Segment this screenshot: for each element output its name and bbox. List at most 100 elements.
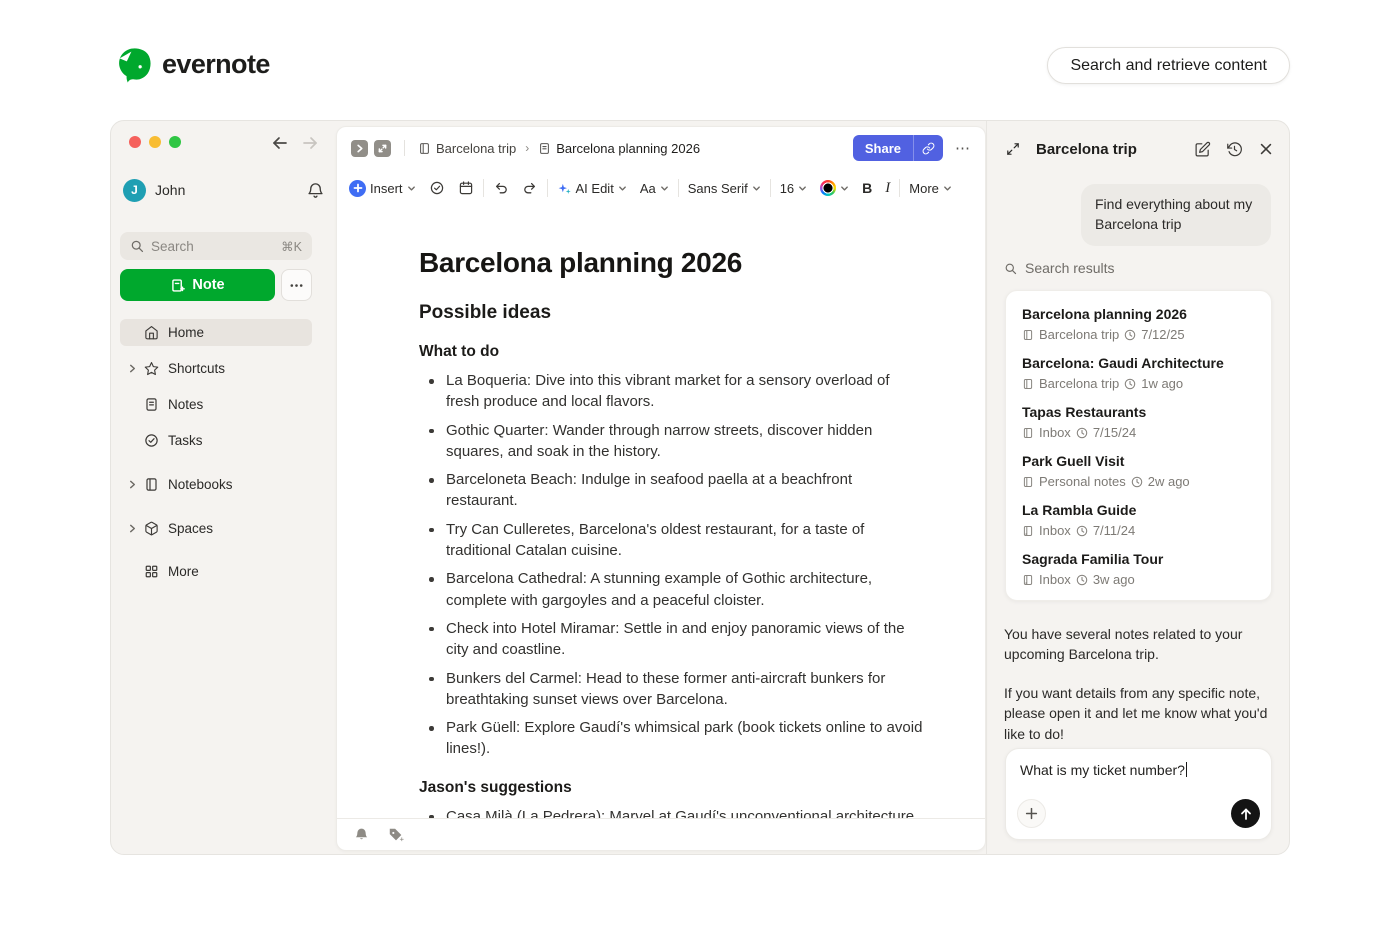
chevron-down-icon — [407, 184, 416, 193]
chat-input[interactable]: What is my ticket number? — [1005, 748, 1272, 840]
forward-arrow-icon[interactable] — [300, 133, 320, 153]
window-controls — [129, 136, 181, 148]
sidebar-item-label: Spaces — [168, 521, 213, 536]
attach-plus-button[interactable] — [1017, 799, 1046, 828]
sidebar-item-tasks[interactable]: Tasks — [120, 427, 312, 454]
notebook-icon — [1022, 427, 1034, 439]
italic-button[interactable]: I — [885, 180, 890, 197]
sidebar-item-spaces[interactable]: Spaces — [120, 515, 312, 542]
note-subheading: What to do — [419, 343, 927, 361]
zoom-window-button[interactable] — [169, 136, 181, 148]
collapse-sidebar-icon[interactable] — [351, 140, 368, 157]
note-more-options-icon[interactable]: ⋯ — [955, 139, 971, 157]
add-tag-icon[interactable] — [388, 827, 404, 843]
note-icon — [538, 142, 551, 155]
copy-link-icon[interactable] — [913, 135, 943, 161]
back-arrow-icon[interactable] — [270, 133, 290, 153]
list-item: Park Güell: Explore Gaudí's whimsical pa… — [419, 717, 927, 760]
sidebar-item-notebooks[interactable]: Notebooks — [120, 471, 312, 498]
sidebar-item-shortcuts[interactable]: Shortcuts — [120, 355, 312, 382]
result-item[interactable]: Sagrada Familia Tour Inbox 3w ago — [1022, 551, 1255, 587]
list-item: Check into Hotel Miramar: Settle in and … — [419, 618, 927, 661]
note-editor: Barcelona trip › Barcelona planning 2026… — [336, 126, 986, 851]
search-input[interactable]: Search ⌘K — [120, 232, 312, 260]
logo-wordmark: evernote — [162, 49, 270, 80]
sidebar-item-home[interactable]: Home — [120, 319, 312, 346]
chevron-right-icon[interactable] — [128, 480, 137, 489]
chevron-down-icon — [943, 184, 952, 193]
result-item[interactable]: Barcelona planning 2026 Barcelona trip 7… — [1022, 306, 1255, 342]
chevron-right-icon[interactable] — [128, 364, 137, 373]
share-label: Share — [853, 135, 913, 161]
avatar[interactable]: J — [123, 179, 146, 202]
redo-icon[interactable] — [522, 180, 538, 196]
clock-icon — [1076, 427, 1088, 439]
close-icon[interactable] — [1258, 141, 1274, 157]
note-plus-icon — [170, 278, 185, 293]
text-color-button[interactable] — [820, 180, 849, 196]
result-item[interactable]: Park Guell Visit Personal notes 2w ago — [1022, 453, 1255, 489]
chevron-right-icon[interactable] — [128, 524, 137, 533]
sidebar: J John Search ⌘K Note — [111, 121, 336, 854]
notifications-bell-icon[interactable] — [307, 182, 324, 199]
note-body[interactable]: Barcelona planning 2026 Possible ideas W… — [337, 207, 983, 818]
notebook-icon — [1022, 378, 1034, 390]
insert-button[interactable]: Insert — [349, 180, 416, 197]
result-item[interactable]: Tapas Restaurants Inbox 7/15/24 — [1022, 404, 1255, 440]
toolbar-more-button[interactable]: More — [909, 181, 952, 196]
history-icon[interactable] — [1226, 141, 1243, 158]
list-item: La Boqueria: Dive into this vibrant mark… — [419, 370, 927, 413]
search-results-card: Barcelona planning 2026 Barcelona trip 7… — [1005, 290, 1272, 601]
user-name: John — [155, 182, 185, 198]
expand-note-icon[interactable] — [374, 140, 391, 157]
breadcrumb-separator: › — [525, 141, 529, 155]
bullet-list: Casa Milà (La Pedrera): Marvel at Gaudí'… — [419, 806, 927, 818]
breadcrumb-notebook[interactable]: Barcelona trip — [436, 141, 516, 156]
list-item: Try Can Culleretes, Barcelona's oldest r… — [419, 519, 927, 562]
text-style-button[interactable]: Aa — [640, 181, 669, 196]
undo-icon[interactable] — [493, 180, 509, 196]
font-size-select[interactable]: 16 — [780, 181, 807, 196]
breadcrumb: Barcelona trip › Barcelona planning 2026 — [418, 141, 700, 156]
new-chat-icon[interactable] — [1194, 141, 1211, 158]
note-subheading: Jason's suggestions — [419, 779, 927, 797]
sidebar-item-more[interactable]: More — [120, 558, 312, 585]
new-note-button[interactable]: Note — [120, 269, 275, 301]
bold-button[interactable]: B — [862, 180, 872, 196]
list-item: Barcelona Cathedral: A stunning example … — [419, 568, 927, 611]
reminder-bell-icon[interactable] — [354, 827, 369, 842]
minimize-window-button[interactable] — [149, 136, 161, 148]
chevron-down-icon — [618, 184, 627, 193]
expand-panel-icon[interactable] — [1005, 141, 1021, 157]
list-item: Casa Milà (La Pedrera): Marvel at Gaudí'… — [419, 806, 927, 818]
share-button[interactable]: Share — [853, 135, 943, 161]
notebook-icon — [1022, 476, 1034, 488]
assistant-message: You have several notes related to your u… — [1004, 624, 1269, 665]
sidebar-item-label: More — [168, 564, 199, 579]
ai-edit-button[interactable]: AI Edit — [557, 181, 627, 196]
search-and-retrieve-button[interactable]: Search and retrieve content — [1047, 47, 1290, 84]
notebook-icon — [144, 477, 159, 492]
editor-toolbar: Insert — [337, 169, 985, 207]
result-item[interactable]: La Rambla Guide Inbox 7/11/24 — [1022, 502, 1255, 538]
note-add-icon — [1022, 574, 1034, 586]
calendar-icon[interactable] — [458, 180, 474, 196]
result-item[interactable]: Barcelona: Gaudi Architecture Barcelona … — [1022, 355, 1255, 391]
search-icon — [130, 239, 144, 253]
sidebar-item-label: Notebooks — [168, 477, 233, 492]
sidebar-item-notes[interactable]: Notes — [120, 391, 312, 418]
list-item: Gothic Quarter: Wander through narrow st… — [419, 420, 927, 463]
chevron-down-icon — [752, 184, 761, 193]
search-shortcut: ⌘K — [281, 239, 302, 254]
breadcrumb-note[interactable]: Barcelona planning 2026 — [556, 141, 700, 156]
close-window-button[interactable] — [129, 136, 141, 148]
grid-icon — [144, 564, 159, 579]
note-options-button[interactable] — [281, 269, 312, 301]
chevron-down-icon — [798, 184, 807, 193]
send-button[interactable] — [1231, 799, 1260, 828]
profile-row[interactable]: J John — [123, 177, 324, 203]
task-checkbox-icon[interactable] — [429, 180, 445, 196]
color-wheel-icon — [820, 180, 836, 196]
top-bar: evernote Search and retrieve content — [0, 0, 1399, 120]
font-family-select[interactable]: Sans Serif — [688, 181, 761, 196]
